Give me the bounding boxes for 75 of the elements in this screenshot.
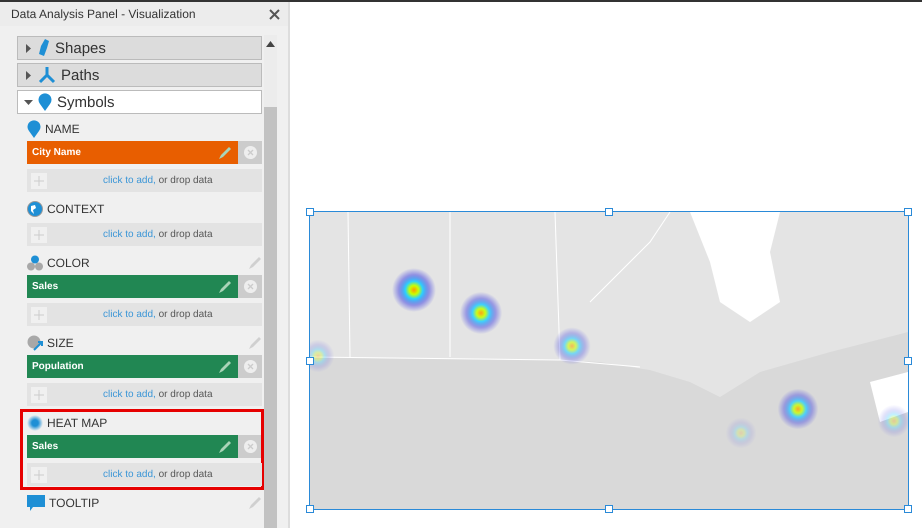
- close-icon: [244, 360, 256, 373]
- resize-handle[interactable]: [904, 208, 912, 216]
- heat-spot: [460, 292, 502, 334]
- caret-icon: [24, 44, 33, 52]
- add-hint: click to add, or drop data: [103, 229, 213, 240]
- heat-spot: [310, 340, 334, 372]
- caret-icon: [24, 70, 33, 80]
- water-area: [870, 372, 908, 422]
- plus-icon[interactable]: [31, 306, 47, 322]
- plus-icon[interactable]: [31, 466, 47, 482]
- globe-icon: [27, 201, 43, 217]
- heat-spot: [553, 327, 591, 365]
- accordion-header[interactable]: Paths: [17, 63, 262, 87]
- heat-spot: [878, 404, 908, 438]
- data-field-chip[interactable]: Sales: [27, 275, 238, 298]
- add-link[interactable]: click to add,: [103, 175, 156, 186]
- drop-zone[interactable]: click to add, or drop data: [27, 463, 262, 486]
- scroll-up-icon[interactable]: [266, 41, 275, 47]
- resize-handle[interactable]: [605, 208, 613, 216]
- map-frame[interactable]: [309, 211, 909, 510]
- remove-button[interactable]: [238, 435, 262, 458]
- add-hint: click to add, or drop data: [103, 175, 213, 186]
- add-hint: click to add, or drop data: [103, 309, 213, 320]
- pencil-icon[interactable]: [218, 440, 232, 454]
- accordion-header[interactable]: Symbols: [17, 90, 262, 114]
- field-label: SIZE: [47, 336, 74, 350]
- path-icon: [38, 66, 56, 84]
- field-label: CONTEXT: [47, 202, 104, 216]
- heat-spot: [392, 268, 436, 312]
- add-link[interactable]: click to add,: [103, 469, 156, 480]
- drop-zone[interactable]: click to add, or drop data: [27, 383, 262, 406]
- data-field-chip[interactable]: City Name: [27, 141, 238, 164]
- resize-circle-icon: [27, 335, 43, 351]
- field-label: HEAT MAP: [47, 416, 108, 430]
- scrollbar-thumb[interactable]: [264, 107, 277, 528]
- caret-icon: [24, 98, 33, 106]
- add-hint: click to add, or drop data: [103, 389, 213, 400]
- heat-spot: [778, 388, 818, 430]
- shape-icon: [38, 39, 50, 57]
- add-link[interactable]: click to add,: [103, 229, 156, 240]
- drop-zone[interactable]: click to add, or drop data: [27, 303, 262, 326]
- pencil-icon[interactable]: [218, 280, 232, 294]
- pencil-icon[interactable]: [218, 146, 232, 160]
- resize-handle[interactable]: [605, 505, 613, 513]
- close-icon: [244, 440, 256, 453]
- add-link[interactable]: click to add,: [103, 309, 156, 320]
- pin-icon: [27, 120, 41, 138]
- speech-bubble-icon: [27, 495, 45, 511]
- resize-handle[interactable]: [306, 208, 314, 216]
- close-icon[interactable]: [269, 8, 280, 20]
- data-field-chip[interactable]: Population: [27, 355, 238, 378]
- field-label: NAME: [45, 122, 80, 136]
- plus-icon[interactable]: [31, 386, 47, 402]
- field-label: COLOR: [47, 256, 90, 270]
- pin-icon: [38, 93, 52, 111]
- add-hint: click to add, or drop data: [103, 469, 213, 480]
- heat-spot: [725, 417, 757, 449]
- circles-icon: [27, 255, 43, 271]
- close-icon: [244, 146, 256, 159]
- drop-zone[interactable]: click to add, or drop data: [27, 223, 262, 246]
- resize-handle[interactable]: [306, 505, 314, 513]
- add-link[interactable]: click to add,: [103, 389, 156, 400]
- data-field-chip[interactable]: Sales: [27, 435, 238, 458]
- plus-icon[interactable]: [31, 226, 47, 242]
- close-icon: [244, 280, 256, 293]
- drop-zone[interactable]: click to add, or drop data: [27, 169, 262, 192]
- blurred-dot-icon: [27, 415, 43, 431]
- resize-handle[interactable]: [904, 357, 912, 365]
- plus-icon[interactable]: [31, 172, 47, 188]
- accordion-header[interactable]: Shapes: [17, 36, 262, 60]
- resize-handle[interactable]: [306, 357, 314, 365]
- panel-title: Data Analysis Panel - Visualization: [11, 7, 196, 21]
- field-label: TOOLTIP: [49, 496, 100, 510]
- resize-handle[interactable]: [904, 505, 912, 513]
- pencil-icon[interactable]: [218, 360, 232, 374]
